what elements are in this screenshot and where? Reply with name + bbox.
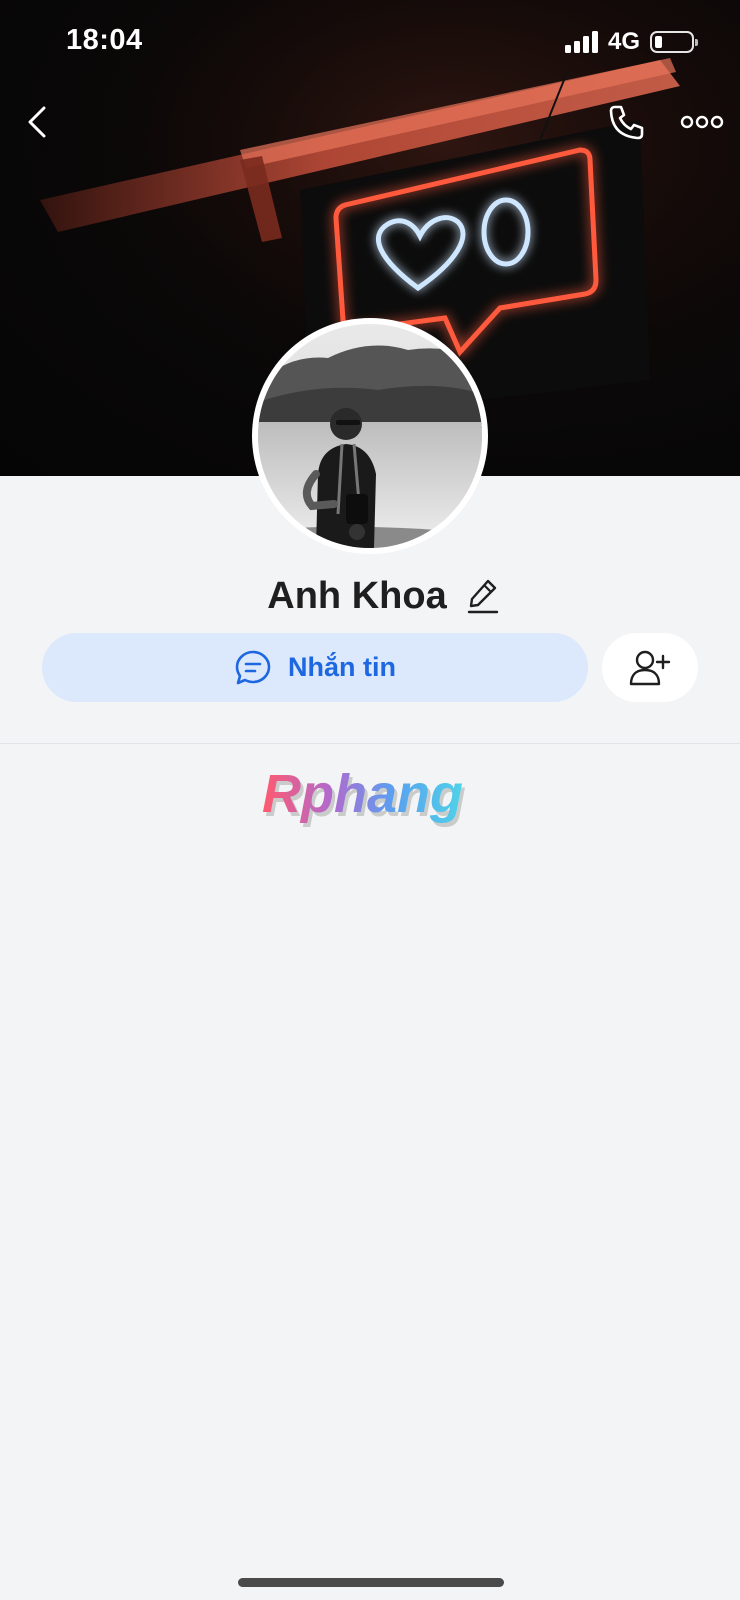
network-type: 4G [607, 28, 640, 55]
watermark-logo: Rphang Rphang [262, 764, 466, 828]
call-button[interactable] [598, 94, 654, 150]
status-bar: 18:04 4G [0, 0, 740, 84]
back-button[interactable] [10, 94, 66, 150]
section-divider [0, 743, 740, 744]
avatar-photo [258, 324, 482, 548]
avatar-image [258, 324, 482, 548]
signal-strength-icon [564, 31, 598, 53]
message-button[interactable]: Nhắn tin [42, 633, 588, 702]
watermark-logo-text: Rphang [262, 764, 463, 824]
more-button[interactable] [674, 94, 730, 150]
pencil-icon [467, 579, 498, 614]
edit-name-button[interactable] [463, 576, 503, 616]
chevron-left-icon [28, 106, 46, 138]
chat-bubble-icon [235, 650, 271, 684]
status-indicators: 4G [564, 28, 698, 56]
avatar[interactable] [252, 318, 488, 554]
profile-screen: 18:04 4G Anh Khoa Nhắn tin Rphang Rphang [0, 0, 740, 1600]
battery-level [655, 36, 662, 48]
message-button-label: Nhắn tin [288, 652, 396, 682]
more-horizontal-icon [680, 115, 724, 129]
profile-name: Anh Khoa [267, 574, 447, 617]
add-friend-button[interactable] [602, 633, 698, 702]
home-indicator[interactable] [238, 1578, 504, 1587]
add-user-icon [629, 650, 671, 685]
status-time: 18:04 [66, 24, 143, 56]
phone-icon [609, 105, 644, 140]
battery-icon [650, 31, 698, 53]
profile-name-row: Anh Khoa [0, 568, 740, 624]
